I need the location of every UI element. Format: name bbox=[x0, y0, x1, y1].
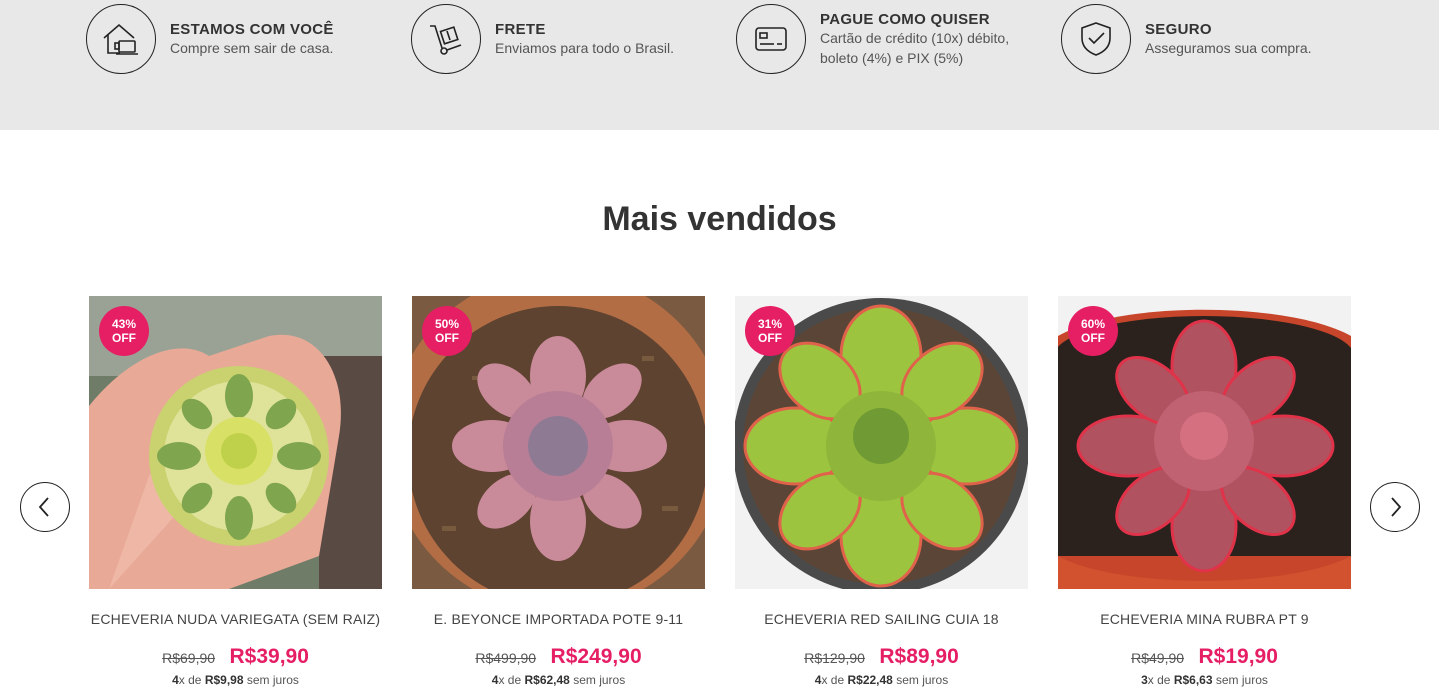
product-name[interactable]: ECHEVERIA NUDA VARIEGATA (SEM RAIZ) bbox=[89, 611, 382, 627]
benefit-title: SEGURO bbox=[1145, 20, 1212, 38]
installment-suffix: sem juros bbox=[569, 673, 626, 687]
discount-off-label: OFF bbox=[435, 331, 459, 345]
product-card[interactable]: 43% OFF ECHEVERIA NUDA VARIEGATA (SEM RA… bbox=[89, 296, 382, 687]
benefits-bar: ESTAMOS COM VOCÊ Compre sem sair de casa… bbox=[0, 0, 1439, 130]
installment-suffix: sem juros bbox=[1212, 673, 1268, 687]
current-price: R$89,90 bbox=[879, 645, 959, 668]
installment-suffix: sem juros bbox=[243, 673, 299, 687]
installment-count: 4 bbox=[172, 673, 179, 687]
product-image[interactable]: 31% OFF bbox=[735, 296, 1028, 589]
discount-off-label: OFF bbox=[758, 331, 782, 345]
installment-connector: x de bbox=[498, 673, 525, 687]
product-card[interactable]: 60% OFF ECHEVERIA MINA RUBRA PT 9 R$49,9… bbox=[1058, 296, 1351, 687]
house-laptop-icon bbox=[86, 4, 156, 74]
current-price: R$19,90 bbox=[1198, 645, 1278, 668]
old-price: R$499,90 bbox=[475, 650, 537, 666]
old-price: R$69,90 bbox=[162, 650, 216, 666]
discount-badge: 60% OFF bbox=[1068, 306, 1118, 356]
installment-connector: x de bbox=[1147, 673, 1174, 687]
discount-percent: 43% bbox=[111, 317, 137, 331]
carousel-prev-button[interactable] bbox=[20, 482, 70, 532]
product-card[interactable]: 50% OFF E. BEYONCE IMPORTADA POTE 9-11 R… bbox=[412, 296, 705, 687]
benefit-title: FRETE bbox=[495, 20, 546, 38]
current-price: R$249,90 bbox=[550, 645, 642, 668]
product-name[interactable]: ECHEVERIA RED SAILING CUIA 18 bbox=[735, 611, 1028, 627]
discount-off-label: OFF bbox=[112, 331, 136, 345]
discount-percent: 50% bbox=[434, 317, 460, 331]
discount-badge: 31% OFF bbox=[745, 306, 795, 356]
hand-truck-icon bbox=[411, 4, 481, 74]
installments: 4x de R$62,48 sem juros bbox=[412, 673, 705, 687]
installment-value: R$62,48 bbox=[524, 673, 570, 687]
product-image[interactable]: 43% OFF bbox=[89, 296, 382, 589]
old-price: R$49,90 bbox=[1131, 650, 1185, 666]
benefit-title: PAGUE COMO QUISER bbox=[820, 10, 990, 28]
installment-suffix: sem juros bbox=[892, 673, 949, 687]
discount-badge: 50% OFF bbox=[422, 306, 472, 356]
benefit-desc: Enviamos para todo o Brasil. bbox=[495, 39, 674, 56]
benefit-pague-como-quiser: PAGUE COMO QUISER Cartão de crédito (10x… bbox=[736, 4, 1030, 74]
installment-connector: x de bbox=[178, 673, 205, 687]
installment-value: R$9,98 bbox=[204, 673, 244, 687]
benefit-desc: Cartão de crédito (10x) débito, boleto (… bbox=[820, 29, 1010, 66]
old-price: R$129,90 bbox=[804, 650, 865, 666]
product-image[interactable]: 60% OFF bbox=[1058, 296, 1351, 589]
chevron-left-icon bbox=[38, 497, 49, 517]
installments: 4x de R$9,98 sem juros bbox=[89, 673, 382, 687]
benefit-title: ESTAMOS COM VOCÊ bbox=[170, 20, 334, 38]
discount-percent: 31% bbox=[757, 317, 783, 331]
benefit-desc: Compre sem sair de casa. bbox=[170, 39, 334, 56]
chevron-right-icon bbox=[1391, 497, 1402, 517]
installment-connector: x de bbox=[821, 673, 848, 687]
installments: 3x de R$6,63 sem juros bbox=[1058, 673, 1351, 687]
product-image[interactable]: 50% OFF bbox=[412, 296, 705, 589]
discount-percent: 60% bbox=[1080, 317, 1106, 331]
installment-value: R$6,63 bbox=[1173, 673, 1213, 687]
benefit-desc: Asseguramos sua compra. bbox=[1145, 39, 1312, 56]
benefit-frete: FRETE Enviamos para todo o Brasil. bbox=[411, 4, 674, 74]
discount-badge: 43% OFF bbox=[99, 306, 149, 356]
installment-value: R$22,48 bbox=[847, 673, 893, 687]
discount-off-label: OFF bbox=[1081, 331, 1105, 345]
benefit-seguro: SEGURO Asseguramos sua compra. bbox=[1061, 4, 1312, 74]
product-card[interactable]: 31% OFF ECHEVERIA RED SAILING CUIA 18 R$… bbox=[735, 296, 1028, 687]
current-price: R$39,90 bbox=[229, 645, 309, 668]
benefit-estamos-com-voce: ESTAMOS COM VOCÊ Compre sem sair de casa… bbox=[86, 4, 334, 74]
installment-count: 3 bbox=[1141, 673, 1148, 687]
section-title: Mais vendidos bbox=[602, 200, 837, 238]
product-name[interactable]: E. BEYONCE IMPORTADA POTE 9-11 bbox=[412, 611, 705, 627]
credit-card-icon bbox=[736, 4, 806, 74]
shield-check-icon bbox=[1061, 4, 1131, 74]
product-name[interactable]: ECHEVERIA MINA RUBRA PT 9 bbox=[1058, 611, 1351, 627]
installments: 4x de R$22,48 sem juros bbox=[735, 673, 1028, 687]
carousel-next-button[interactable] bbox=[1370, 482, 1420, 532]
